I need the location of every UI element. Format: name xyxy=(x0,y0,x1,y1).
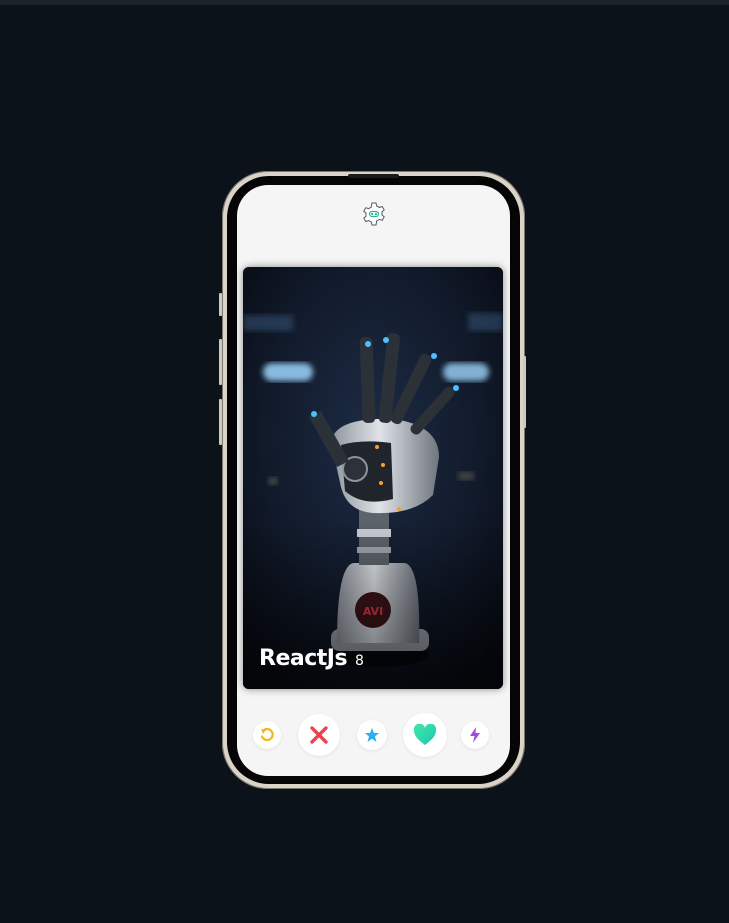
nope-button[interactable] xyxy=(298,714,340,756)
profile-photo: AVI xyxy=(243,267,503,689)
power-button xyxy=(523,356,526,428)
volume-up-button xyxy=(219,339,222,385)
heart-icon xyxy=(413,724,437,745)
settings-button[interactable] xyxy=(361,201,387,227)
phone-frame: AVI xyxy=(219,171,526,789)
star-icon xyxy=(365,728,379,742)
phone-speaker xyxy=(348,174,399,178)
like-button[interactable] xyxy=(403,713,447,757)
super-like-button[interactable] xyxy=(357,720,387,750)
profile-card[interactable]: AVI xyxy=(243,267,503,689)
boost-button[interactable] xyxy=(461,721,489,749)
card-caption: ReactJs 8 xyxy=(259,646,364,671)
undo-icon xyxy=(260,727,274,742)
profile-name: ReactJs xyxy=(259,646,348,671)
gear-icon xyxy=(363,202,385,226)
app-screen: AVI xyxy=(237,185,510,776)
volume-down-button xyxy=(219,399,222,445)
profile-age: 8 xyxy=(355,653,364,669)
lightning-icon xyxy=(470,727,480,743)
close-icon xyxy=(310,726,328,744)
mute-switch xyxy=(219,293,222,316)
window-top-bar xyxy=(0,0,729,5)
rewind-button[interactable] xyxy=(253,721,281,749)
